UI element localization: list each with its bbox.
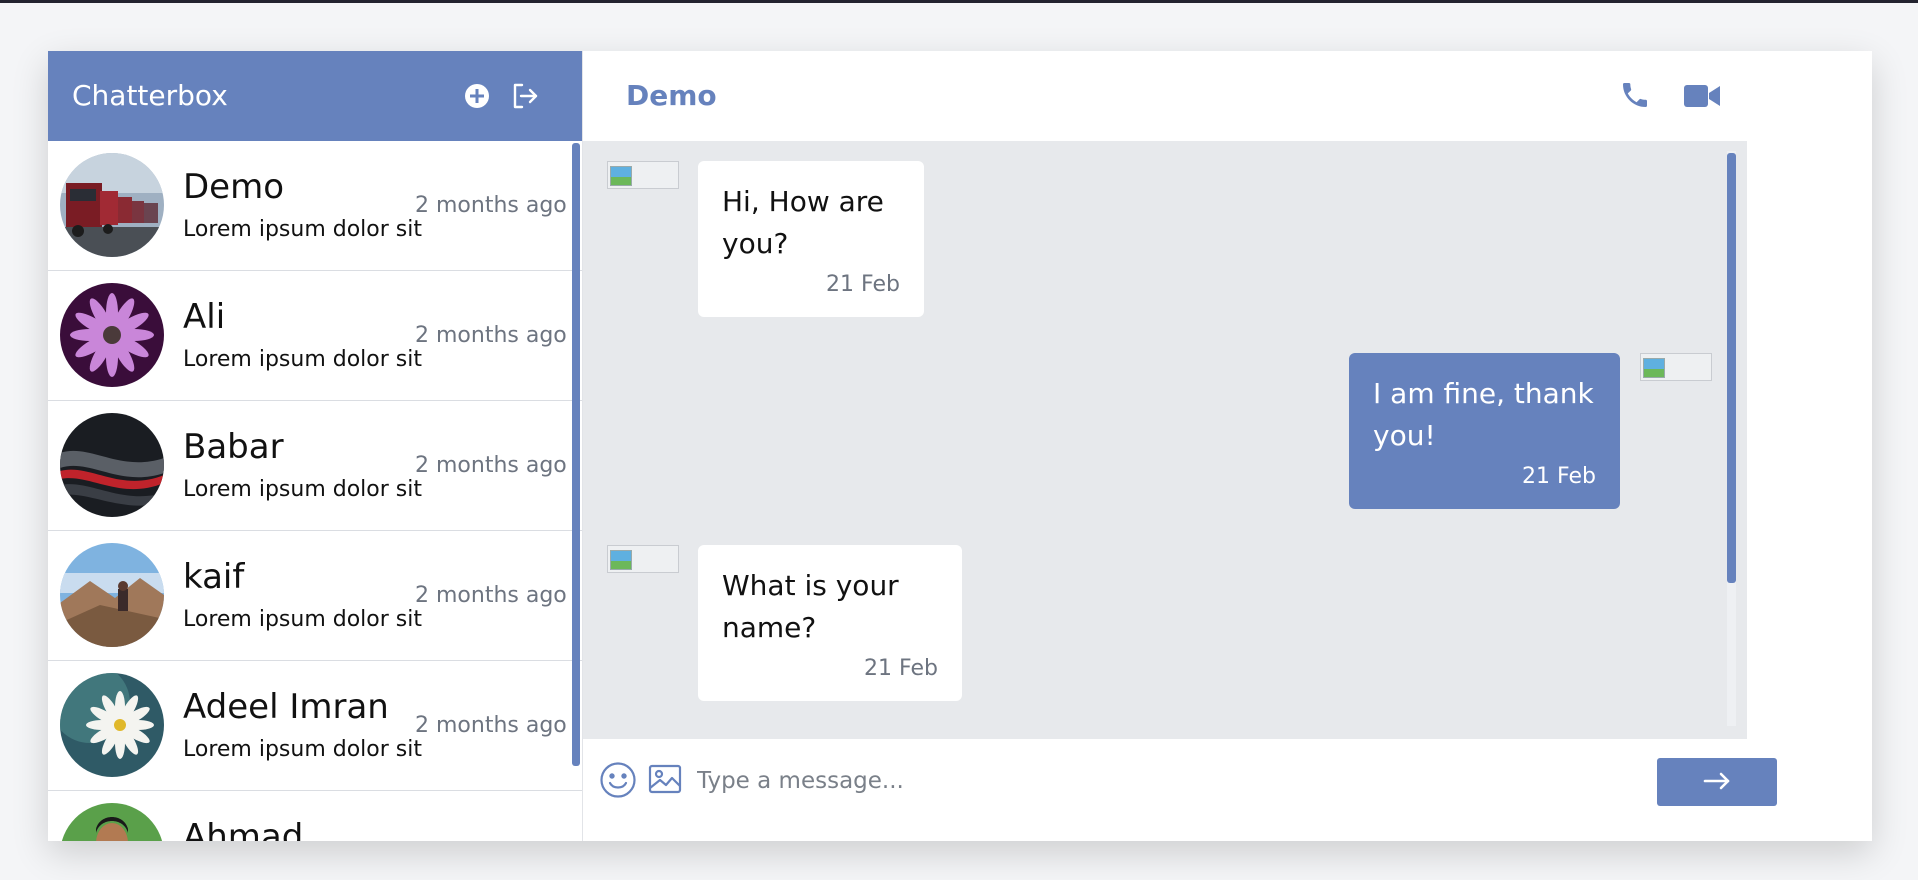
message-time: 21 Feb [864, 656, 938, 681]
image-icon[interactable] [648, 763, 682, 795]
message-text: Hi, How are you? [722, 185, 884, 260]
phone-icon[interactable] [1619, 79, 1651, 111]
contact-preview: Lorem ipsum dolor sit [183, 477, 422, 502]
message-time: 21 Feb [1522, 464, 1596, 489]
message-bubble-incoming: Hi, How are you? 21 Feb [698, 161, 924, 317]
contact-time: 2 months ago [415, 583, 567, 608]
contact-list: Demo Lorem ipsum dolor sit 2 months ago [48, 141, 582, 841]
contact-list-scrollbar[interactable] [572, 143, 580, 766]
contact-preview: Lorem ipsum dolor sit [183, 607, 422, 632]
app-title: Chatterbox [72, 79, 228, 112]
avatar [60, 153, 164, 257]
contact-item-ali[interactable]: Ali Lorem ipsum dolor sit 2 months ago [48, 271, 582, 401]
smiley-icon[interactable] [599, 761, 637, 799]
avatar [60, 543, 164, 647]
contacts-panel: Chatterbox Demo Lorem ipsum dolor sit 2 … [48, 51, 582, 841]
app-header: Chatterbox [48, 51, 582, 141]
chat-app-window: Chatterbox Demo Lorem ipsum dolor sit 2 … [48, 51, 1872, 841]
message-text: What is your name? [722, 569, 899, 644]
contact-time: 2 months ago [415, 193, 567, 218]
top-border [0, 0, 1918, 3]
contact-name: Ali [183, 297, 226, 337]
contact-item-ahmad[interactable]: Ahmad [48, 791, 582, 841]
message-text: I am fine, thank you! [1373, 377, 1594, 452]
message-composer [583, 739, 1872, 841]
contact-name: Demo [183, 167, 285, 207]
logout-icon[interactable] [510, 81, 540, 111]
contact-item-kaif[interactable]: kaif Lorem ipsum dolor sit 2 months ago [48, 531, 582, 661]
chat-title: Demo [626, 79, 717, 112]
sender-avatar-broken-image [1640, 353, 1712, 381]
sender-avatar-broken-image [607, 545, 679, 573]
conversation-panel: Demo Hi, How are you? 21 Feb I am fine, … [583, 51, 1872, 841]
contact-preview: Lorem ipsum dolor sit [183, 217, 422, 242]
message-bubble-outgoing: I am fine, thank you! 21 Feb [1349, 353, 1620, 509]
contact-time: 2 months ago [415, 323, 567, 348]
contact-preview: Lorem ipsum dolor sit [183, 737, 422, 762]
send-button[interactable] [1657, 758, 1777, 806]
contact-name: Babar [183, 427, 284, 467]
message-input[interactable] [695, 757, 1179, 805]
contact-time: 2 months ago [415, 713, 567, 738]
message-area: Hi, How are you? 21 Feb I am fine, thank… [583, 141, 1747, 739]
plus-circle-icon[interactable] [462, 81, 492, 111]
contact-time: 2 months ago [415, 453, 567, 478]
avatar [60, 803, 164, 841]
contact-name: kaif [183, 557, 245, 597]
avatar [60, 673, 164, 777]
contact-item-babar[interactable]: Babar Lorem ipsum dolor sit 2 months ago [48, 401, 582, 531]
arrow-right-icon [1703, 772, 1730, 789]
contact-item-adeel-imran[interactable]: Adeel Imran Lorem ipsum dolor sit 2 mont… [48, 661, 582, 791]
avatar [60, 283, 164, 387]
contact-name: Ahmad [183, 817, 304, 841]
sender-avatar-broken-image [607, 161, 679, 189]
avatar [60, 413, 164, 517]
message-time: 21 Feb [826, 272, 900, 297]
contact-preview: Lorem ipsum dolor sit [183, 347, 422, 372]
message-scrollbar[interactable] [1727, 153, 1736, 583]
contact-name: Adeel Imran [183, 687, 389, 727]
contact-item-demo[interactable]: Demo Lorem ipsum dolor sit 2 months ago [48, 141, 582, 271]
video-camera-icon[interactable] [1683, 81, 1721, 111]
message-bubble-incoming: What is your name? 21 Feb [698, 545, 962, 701]
chat-header: Demo [583, 51, 1872, 141]
